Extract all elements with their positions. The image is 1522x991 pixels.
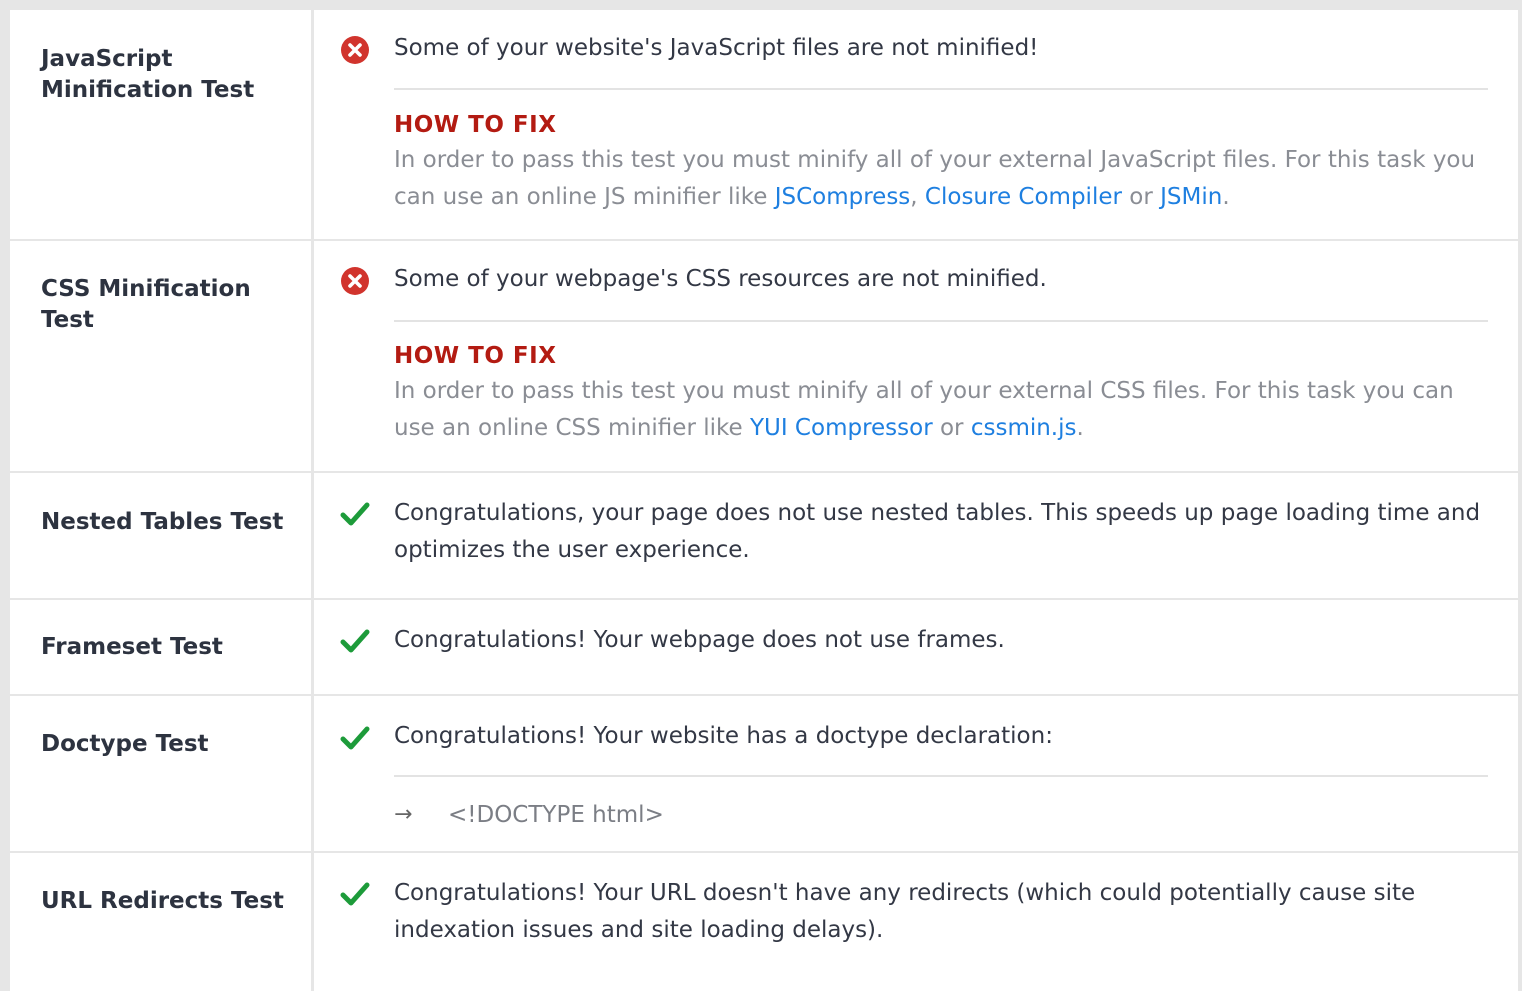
checkmark-icon (340, 629, 370, 653)
separator: , (910, 184, 925, 210)
test-name-cell: Nested Tables Test (10, 473, 311, 598)
test-name-cell: Doctype Test (10, 696, 311, 851)
doctype-value: <!DOCTYPE html> (448, 802, 664, 828)
separator: or (932, 415, 971, 441)
divider (394, 775, 1488, 777)
divider (394, 320, 1488, 322)
test-row-doctype: Doctype Test Congratulations! Your websi… (8, 694, 1518, 851)
period: . (1222, 184, 1230, 210)
test-name-cell: CSS Minification Test (10, 241, 311, 471)
doctype-value-row: → <!DOCTYPE html> (394, 800, 664, 830)
test-name: JavaScript Minification Test (41, 46, 255, 103)
seo-test-results: JavaScript Minification Test Some of you… (8, 8, 1518, 991)
period: . (1076, 415, 1084, 441)
cssmin-link[interactable]: cssmin.js (971, 415, 1077, 441)
test-name-cell: JavaScript Minification Test (10, 10, 311, 239)
test-row-js-minification: JavaScript Minification Test Some of you… (8, 8, 1518, 239)
divider (394, 88, 1488, 90)
test-name: CSS Minification Test (41, 276, 251, 333)
separator: or (1121, 184, 1161, 210)
test-message: Congratulations! Your webpage does not u… (394, 627, 1005, 653)
test-name: URL Redirects Test (41, 888, 284, 914)
test-row-frameset: Frameset Test Congratulations! Your webp… (8, 598, 1518, 694)
checkmark-icon (340, 502, 370, 526)
test-message: Congratulations! Your URL doesn't have a… (394, 880, 1416, 943)
test-name-cell: URL Redirects Test (10, 853, 311, 991)
test-row-url-redirects: URL Redirects Test Congratulations! Your… (8, 851, 1518, 991)
test-result-cell: Congratulations! Your website has a doct… (314, 696, 1518, 851)
test-message: Some of your website's JavaScript files … (394, 35, 1039, 61)
test-name: Nested Tables Test (41, 509, 284, 535)
test-result-cell: Congratulations! Your URL doesn't have a… (314, 853, 1518, 991)
test-result-cell: Some of your website's JavaScript files … (314, 10, 1518, 239)
how-to-fix-text: In order to pass this test you must mini… (394, 373, 1488, 447)
checkmark-icon (340, 882, 370, 906)
how-to-fix-text: In order to pass this test you must mini… (394, 142, 1488, 216)
jsmin-link[interactable]: JSMin (1160, 184, 1222, 210)
test-message: Congratulations! Your website has a doct… (394, 723, 1053, 749)
test-result-cell: Congratulations! Your webpage does not u… (314, 600, 1518, 694)
error-circle-icon (341, 36, 369, 64)
test-message: Congratulations, your page does not use … (394, 500, 1481, 563)
yui-compressor-link[interactable]: YUI Compressor (750, 415, 933, 441)
test-name: Frameset Test (41, 634, 223, 660)
test-row-css-minification: CSS Minification Test Some of your webpa… (8, 239, 1518, 471)
arrow-right-icon: → (394, 802, 413, 827)
test-row-nested-tables: Nested Tables Test Congratulations, your… (8, 471, 1518, 598)
test-message: Some of your webpage's CSS resources are… (394, 266, 1047, 292)
test-result-cell: Some of your webpage's CSS resources are… (314, 241, 1518, 471)
test-name-cell: Frameset Test (10, 600, 311, 694)
test-result-cell: Congratulations, your page does not use … (314, 473, 1518, 598)
closure-compiler-link[interactable]: Closure Compiler (925, 184, 1122, 210)
how-to-fix-title: HOW TO FIX (394, 343, 557, 369)
how-to-fix-title: HOW TO FIX (394, 112, 557, 138)
jscompress-link[interactable]: JSCompress (775, 184, 911, 210)
error-circle-icon (341, 267, 369, 295)
test-name: Doctype Test (41, 731, 209, 757)
checkmark-icon (340, 726, 370, 750)
